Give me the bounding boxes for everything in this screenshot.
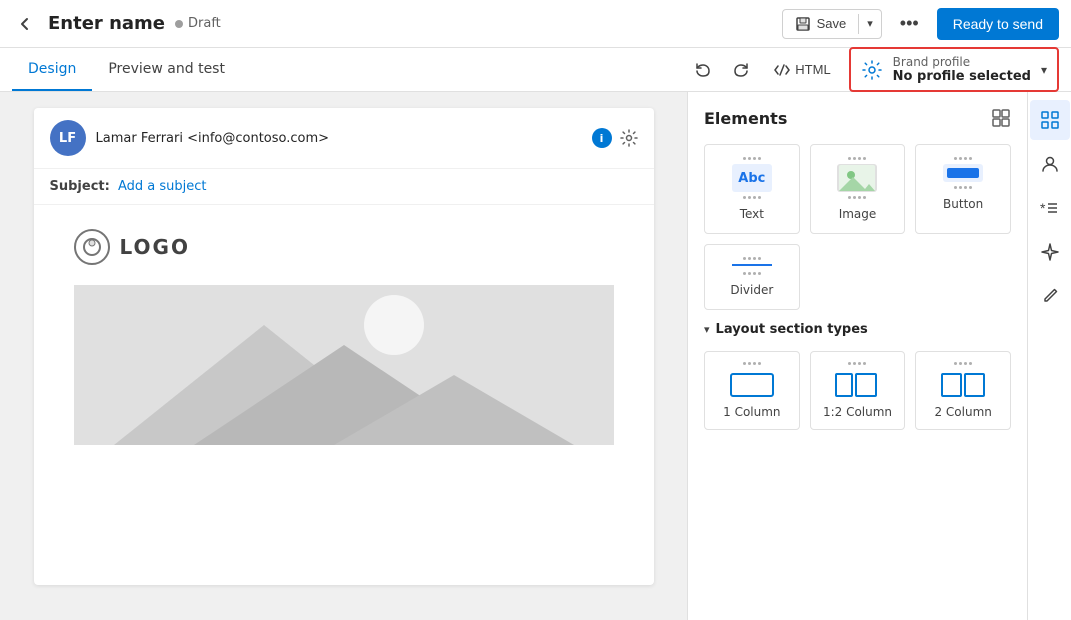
dots bbox=[743, 362, 761, 365]
far-right-panel: * bbox=[1027, 92, 1071, 620]
save-button-group: Save ▾ bbox=[782, 9, 882, 39]
brand-profile-selector[interactable]: Brand profile No profile selected ▾ bbox=[849, 47, 1059, 92]
email-canvas: LF Lamar Ferrari <info@contoso.com> i Su… bbox=[0, 92, 687, 620]
info-icon[interactable]: i bbox=[592, 128, 612, 148]
divider-label: Divider bbox=[730, 283, 773, 297]
email-subject: Subject: Add a subject bbox=[34, 169, 654, 205]
text-element-icon: Abc bbox=[732, 157, 772, 199]
far-right-personalize-button[interactable] bbox=[1030, 144, 1070, 184]
save-button[interactable]: Save bbox=[783, 10, 859, 38]
image-placeholder bbox=[74, 285, 614, 445]
chevron-down-icon: ▾ bbox=[1041, 63, 1047, 77]
tab-design[interactable]: Design bbox=[12, 49, 92, 91]
right-panel: Elements Abc Text bbox=[687, 92, 1027, 620]
top-bar: Enter name Draft Save ▾ ••• Ready to sen… bbox=[0, 0, 1071, 48]
email-header-actions: i bbox=[592, 128, 638, 148]
avatar: LF bbox=[50, 120, 86, 156]
conditions-icon: * bbox=[1040, 198, 1060, 218]
12col-icon bbox=[835, 373, 879, 397]
tab-preview-test[interactable]: Preview and test bbox=[92, 49, 241, 91]
html-button[interactable]: HTML bbox=[764, 56, 840, 84]
more-options-button[interactable]: ••• bbox=[890, 7, 929, 40]
svg-text:*: * bbox=[1040, 200, 1046, 216]
layout-section-label: Layout section types bbox=[716, 322, 868, 337]
draft-badge: Draft bbox=[175, 16, 221, 31]
redo-button[interactable] bbox=[726, 55, 756, 85]
dots bbox=[848, 362, 866, 365]
save-label: Save bbox=[817, 16, 847, 31]
elements-header: Elements bbox=[704, 108, 1011, 128]
sub-nav-right: HTML Brand profile No profile selected ▾ bbox=[688, 47, 1059, 92]
element-text[interactable]: Abc Text bbox=[704, 144, 800, 234]
more-icon: ••• bbox=[900, 13, 919, 33]
email-container: LF Lamar Ferrari <info@contoso.com> i Su… bbox=[34, 108, 654, 585]
button-element-icon bbox=[943, 157, 983, 189]
2col-icon bbox=[941, 373, 985, 397]
12col-label: 1:2 Column bbox=[823, 405, 892, 419]
elements-section: Elements Abc Text bbox=[688, 92, 1027, 446]
back-button[interactable] bbox=[12, 11, 38, 37]
ai-sparkle-icon bbox=[1040, 242, 1060, 262]
draft-label: Draft bbox=[188, 16, 221, 31]
brand-profile-label: Brand profile bbox=[893, 55, 1031, 69]
layout-2col[interactable]: 2 Column bbox=[915, 351, 1011, 430]
settings-icon[interactable] bbox=[620, 129, 638, 147]
sub-nav: Design Preview and test HTML Brand profi… bbox=[0, 48, 1071, 92]
2col-label: 2 Column bbox=[934, 405, 991, 419]
element-image[interactable]: Image bbox=[810, 144, 906, 234]
email-body: LOGO bbox=[34, 205, 654, 585]
layout-chevron-icon[interactable]: ▾ bbox=[704, 323, 710, 336]
elements-layout-icon bbox=[991, 108, 1011, 128]
logo-text: LOGO bbox=[120, 235, 190, 259]
logo-icon bbox=[74, 229, 110, 265]
logo-section: LOGO bbox=[74, 229, 614, 265]
dots bbox=[954, 362, 972, 365]
far-right-edit-button[interactable] bbox=[1030, 276, 1070, 316]
far-right-ai-button[interactable] bbox=[1030, 232, 1070, 272]
subject-prefix: Subject: bbox=[50, 179, 110, 194]
1col-label: 1 Column bbox=[723, 405, 780, 419]
sender-name: Lamar Ferrari <info@contoso.com> bbox=[96, 131, 330, 146]
layout-section-header: ▾ Layout section types bbox=[704, 322, 1011, 337]
layout-1col[interactable]: 1 Column bbox=[704, 351, 800, 430]
add-subject-link[interactable]: Add a subject bbox=[118, 179, 207, 194]
element-divider[interactable]: Divider bbox=[704, 244, 800, 310]
divider-element-icon bbox=[732, 257, 772, 275]
person-icon bbox=[1040, 154, 1060, 174]
element-button[interactable]: Button bbox=[915, 144, 1011, 234]
save-dropdown-button[interactable]: ▾ bbox=[859, 11, 881, 36]
1col-icon bbox=[730, 373, 774, 397]
sender-info: LF Lamar Ferrari <info@contoso.com> bbox=[50, 120, 330, 156]
far-right-conditions-button[interactable]: * bbox=[1030, 188, 1070, 228]
pencil-icon bbox=[1040, 286, 1060, 306]
main-layout: LF Lamar Ferrari <info@contoso.com> i Su… bbox=[0, 92, 1071, 620]
brand-profile-value: No profile selected bbox=[893, 69, 1031, 84]
draft-dot bbox=[175, 20, 183, 28]
elements-grid: Abc Text bbox=[704, 144, 1011, 234]
image-label: Image bbox=[839, 207, 877, 221]
button-label: Button bbox=[943, 197, 983, 211]
email-header: LF Lamar Ferrari <info@contoso.com> i bbox=[34, 108, 654, 169]
layout-12col[interactable]: 1:2 Column bbox=[810, 351, 906, 430]
undo-button[interactable] bbox=[688, 55, 718, 85]
tab-bar: Design Preview and test bbox=[12, 49, 241, 91]
far-right-elements-button[interactable] bbox=[1030, 100, 1070, 140]
image-element-icon bbox=[837, 157, 877, 199]
page-title: Enter name bbox=[48, 13, 165, 34]
ready-to-send-button[interactable]: Ready to send bbox=[937, 8, 1059, 40]
layout-grid: 1 Column 1:2 Column bbox=[704, 351, 1011, 430]
html-label: HTML bbox=[795, 62, 830, 77]
text-label: Text bbox=[740, 207, 764, 221]
brand-profile-text: Brand profile No profile selected bbox=[893, 55, 1031, 84]
grid-icon bbox=[1040, 110, 1060, 130]
elements-title: Elements bbox=[704, 109, 787, 128]
right-panel-scroll: Elements Abc Text bbox=[688, 92, 1027, 620]
